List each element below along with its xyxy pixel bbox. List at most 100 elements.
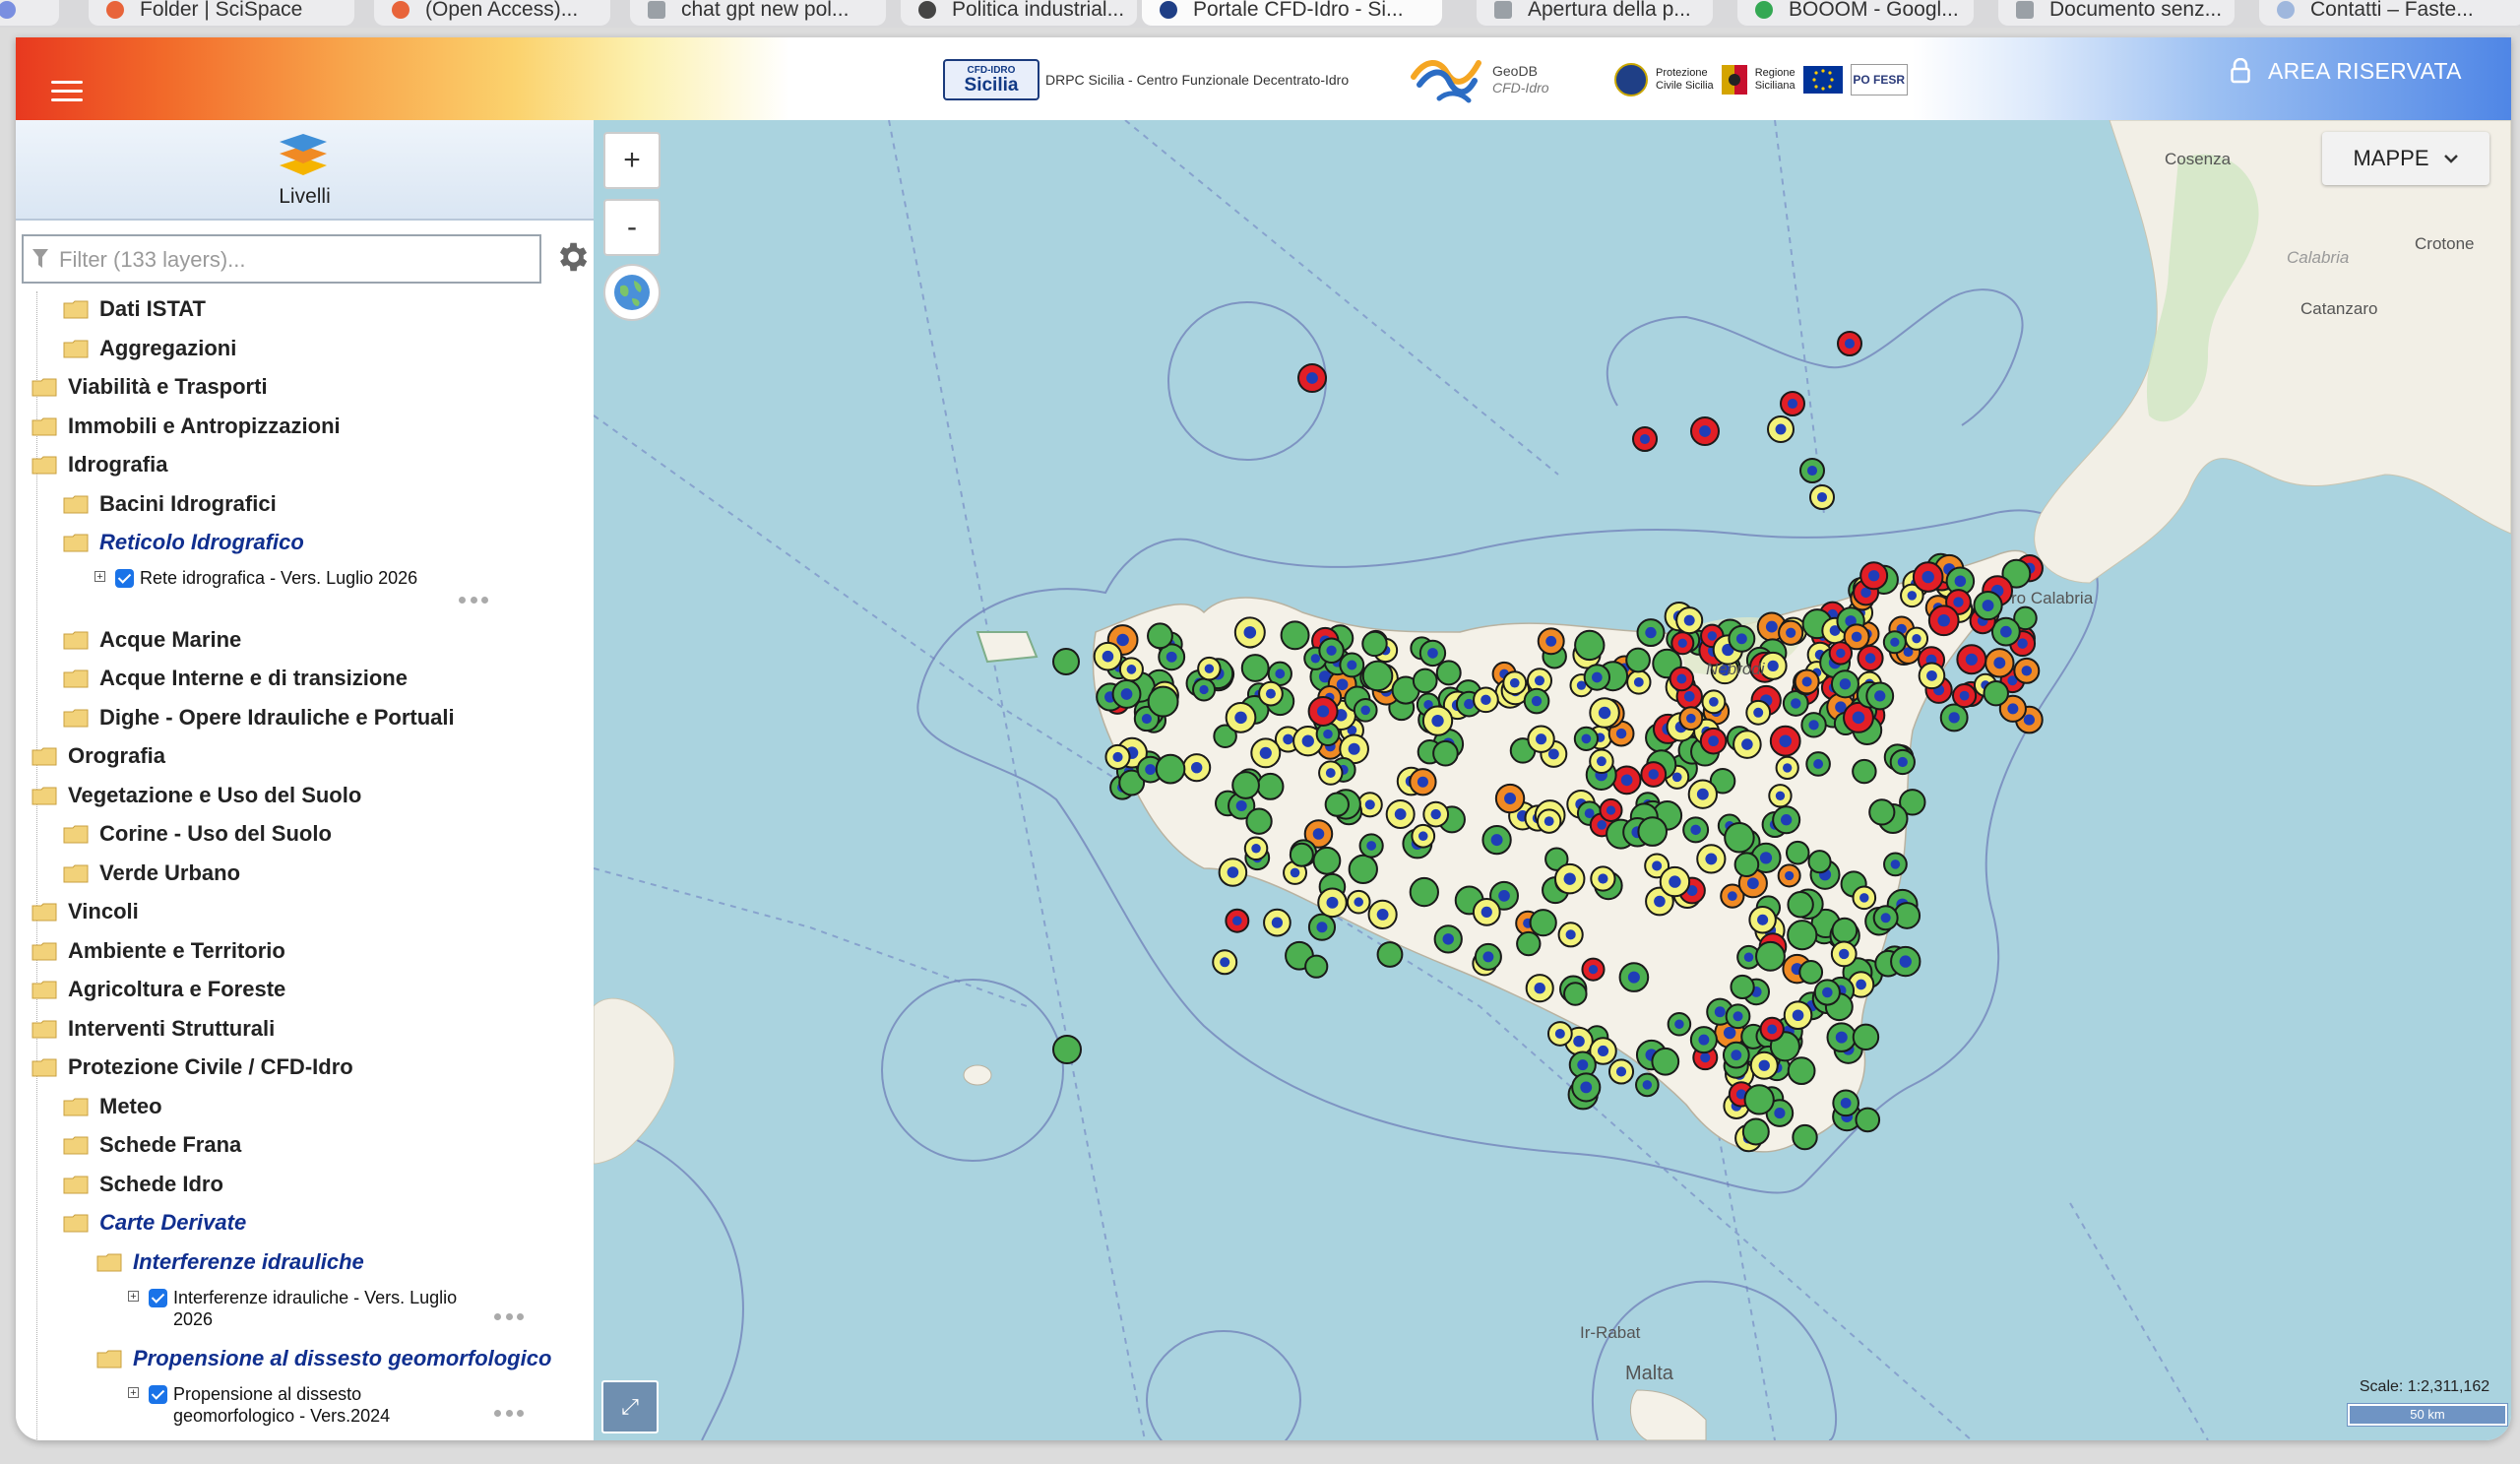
layer-options-icon[interactable] <box>459 597 488 605</box>
folder-vegetazione[interactable]: Vegetazione e Uso del Suolo <box>32 778 361 813</box>
monitoring-point[interactable] <box>1872 905 1899 931</box>
monitoring-point[interactable] <box>1813 979 1841 1006</box>
expand-icon[interactable]: + <box>94 571 105 583</box>
monitoring-point[interactable] <box>1574 629 1606 662</box>
monitoring-point[interactable] <box>1852 758 1877 785</box>
monitoring-point[interactable] <box>1787 920 1818 951</box>
monitoring-point[interactable] <box>1807 850 1832 874</box>
folder-protezione-civile[interactable]: Protezione Civile / CFD-Idro <box>32 1050 353 1085</box>
monitoring-point[interactable] <box>1432 739 1459 767</box>
layer-filter-input[interactable] <box>57 236 534 284</box>
monitoring-point[interactable] <box>1785 840 1810 865</box>
folder-interferenze[interactable]: Interferenze idrauliche <box>96 1244 364 1280</box>
monitoring-point[interactable] <box>1225 908 1250 933</box>
monitoring-point[interactable] <box>1787 891 1814 919</box>
monitoring-point[interactable] <box>1678 706 1704 732</box>
monitoring-point[interactable] <box>1799 458 1825 483</box>
monitoring-point[interactable] <box>1865 681 1895 711</box>
layer-checkbox[interactable] <box>149 1385 167 1404</box>
folder-orografia[interactable]: Orografia <box>32 738 165 774</box>
monitoring-point[interactable] <box>1855 1107 1881 1133</box>
monitoring-point[interactable] <box>1240 654 1270 682</box>
monitoring-point[interactable] <box>1324 792 1350 817</box>
monitoring-point[interactable] <box>1523 687 1550 715</box>
monitoring-point[interactable] <box>1912 561 1944 593</box>
monitoring-point[interactable] <box>1422 800 1450 828</box>
monitoring-point[interactable] <box>1659 865 1691 898</box>
monitoring-point[interactable] <box>1696 844 1727 874</box>
folder-aggregazioni[interactable]: Aggregazioni <box>63 331 236 366</box>
livelli-tab[interactable]: Livelli <box>16 120 594 221</box>
layer-checkbox[interactable] <box>149 1289 167 1307</box>
monitoring-point[interactable] <box>1318 637 1345 665</box>
monitoring-point[interactable] <box>1348 854 1378 885</box>
gear-icon[interactable] <box>553 238 591 276</box>
monitoring-point[interactable] <box>1263 908 1292 937</box>
monitoring-point[interactable] <box>1927 605 1960 637</box>
monitoring-point[interactable] <box>1212 949 1238 976</box>
monitoring-point[interactable] <box>1589 748 1614 774</box>
monitoring-point[interactable] <box>1777 863 1801 888</box>
monitoring-point[interactable] <box>1537 627 1565 656</box>
monitoring-point[interactable] <box>1868 798 1896 826</box>
monitoring-point[interactable] <box>1192 677 1217 702</box>
folder-immobili[interactable]: Immobili e Antropizzazioni <box>32 409 341 444</box>
monitoring-point[interactable] <box>1256 772 1285 800</box>
basemap-dropdown[interactable]: MAPPE <box>2322 132 2489 185</box>
layer-checkbox[interactable] <box>115 569 134 588</box>
monitoring-point[interactable] <box>1529 909 1557 937</box>
monitoring-point[interactable] <box>1155 753 1186 785</box>
monitoring-point[interactable] <box>1527 725 1555 753</box>
monitoring-point[interactable] <box>1353 697 1378 723</box>
layer-options-icon[interactable] <box>494 1410 524 1418</box>
monitoring-point[interactable] <box>1411 823 1436 849</box>
layer-options-icon[interactable] <box>494 1313 524 1321</box>
browser-tab[interactable]: Politica industrial... <box>901 0 1137 26</box>
monitoring-point[interactable] <box>1052 648 1080 675</box>
monitoring-point[interactable] <box>1618 962 1650 992</box>
monitoring-point[interactable] <box>1346 889 1371 915</box>
monitoring-point[interactable] <box>1218 858 1248 887</box>
monitoring-point[interactable] <box>1304 954 1329 979</box>
folder-interventi[interactable]: Interventi Strutturali <box>32 1011 275 1047</box>
folder-viabilita[interactable]: Viabilità e Trasporti <box>32 369 268 405</box>
monitoring-point[interactable] <box>1418 639 1447 668</box>
layer-rete-idrografica[interactable]: + Rete idrografica - Vers. Luglio 2026 <box>94 567 417 589</box>
monitoring-point[interactable] <box>1258 680 1284 707</box>
browser-tab[interactable]: chat gpt new pol... <box>630 0 886 26</box>
monitoring-point[interactable] <box>1669 666 1695 692</box>
monitoring-point[interactable] <box>1640 761 1668 788</box>
folder-carte-derivate[interactable]: Carte Derivate <box>63 1205 246 1241</box>
monitoring-point[interactable] <box>1780 391 1805 416</box>
monitoring-point[interactable] <box>1830 669 1859 699</box>
monitoring-point[interactable] <box>1433 924 1463 954</box>
monitoring-point[interactable] <box>1111 679 1142 709</box>
monitoring-point[interactable] <box>1563 982 1588 1006</box>
monitoring-point[interactable] <box>1317 887 1348 919</box>
monitoring-point[interactable] <box>1307 913 1337 941</box>
monitoring-point[interactable] <box>1339 652 1365 678</box>
monitoring-point[interactable] <box>1918 662 1946 690</box>
monitoring-point[interactable] <box>1675 606 1704 635</box>
monitoring-point[interactable] <box>1826 1022 1858 1052</box>
monitoring-point[interactable] <box>1741 1117 1770 1146</box>
folder-idrografia[interactable]: Idrografia <box>32 447 167 482</box>
monitoring-point[interactable] <box>1743 1084 1775 1115</box>
monitoring-point[interactable] <box>1525 974 1554 1003</box>
folder-agricoltura[interactable]: Agricoltura e Foreste <box>32 972 285 1007</box>
monitoring-point[interactable] <box>1800 712 1827 738</box>
monitoring-point[interactable] <box>1759 1016 1785 1043</box>
monitoring-point[interactable] <box>1412 668 1438 694</box>
monitoring-point[interactable] <box>1474 942 1502 971</box>
area-riservata-button[interactable]: AREA RISERVATA <box>2231 51 2462 91</box>
monitoring-point[interactable] <box>1809 484 1835 510</box>
monitoring-point[interactable] <box>1755 940 1786 972</box>
monitoring-point[interactable] <box>1667 1011 1692 1037</box>
monitoring-point[interactable] <box>1589 697 1620 729</box>
monitoring-point[interactable] <box>1147 685 1179 718</box>
monitoring-point[interactable] <box>1197 656 1222 681</box>
monitoring-point[interactable] <box>1857 645 1884 672</box>
monitoring-point[interactable] <box>1787 1056 1816 1086</box>
monitoring-point[interactable] <box>1607 1058 1635 1085</box>
monitoring-point[interactable] <box>1376 941 1404 968</box>
